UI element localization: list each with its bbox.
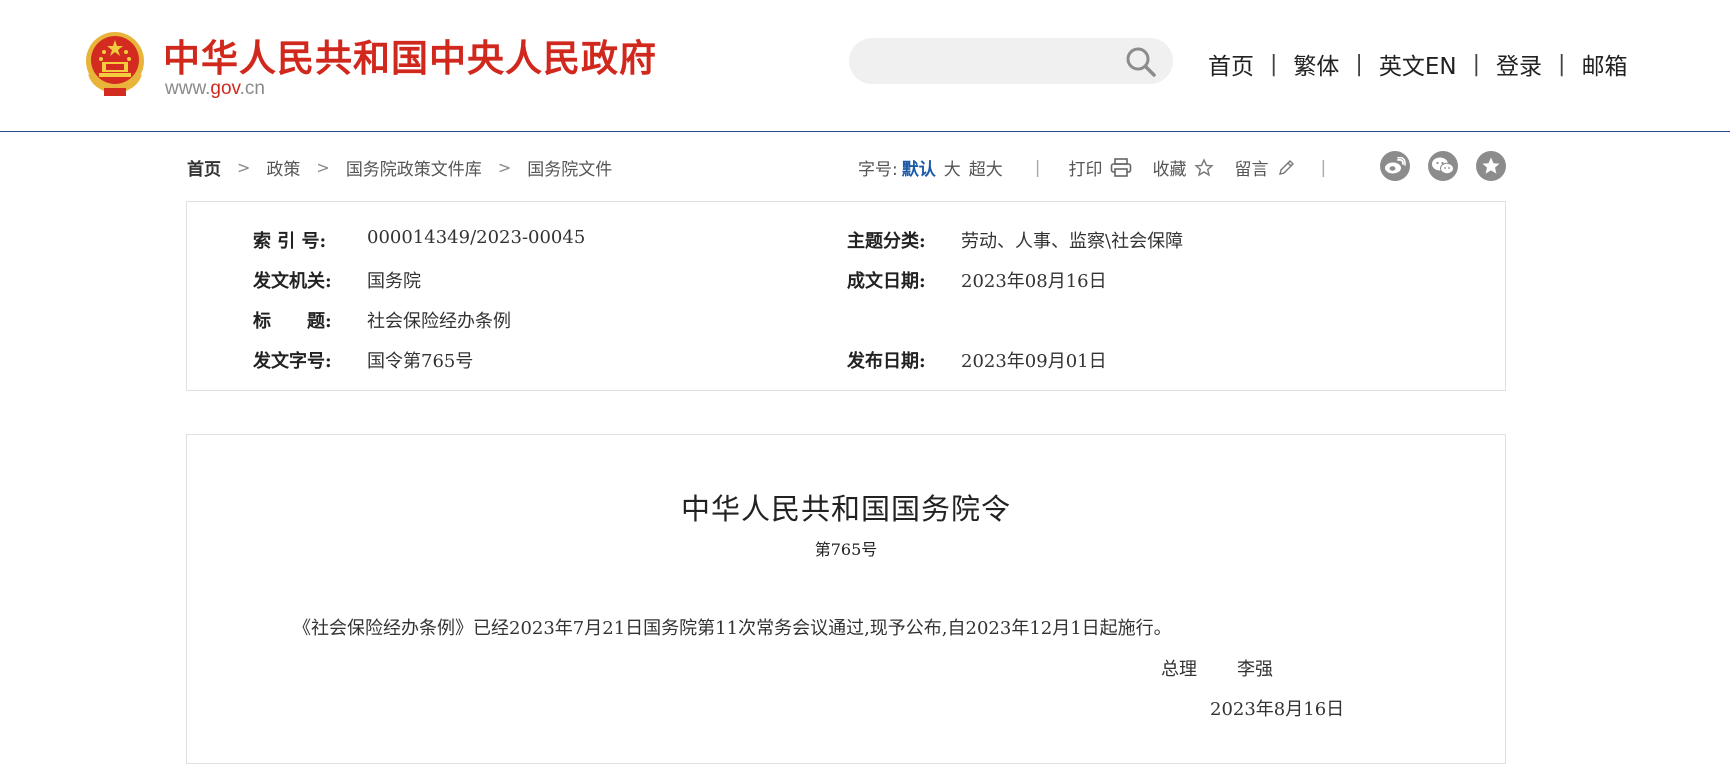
nav-login[interactable]: 登录	[1496, 47, 1542, 81]
topic-label: 主题分类:	[847, 231, 926, 252]
nav-home[interactable]: 首页	[1208, 47, 1254, 81]
title-value: 社会保险经办条例	[367, 311, 511, 332]
written-date-label: 成文日期:	[847, 271, 926, 292]
document-metadata: 索 引 号: 000014349/2023-00045 主题分类: 劳动、人事、…	[186, 201, 1506, 391]
document-sign-date: 2023年8月16日	[1210, 699, 1345, 720]
doc-no-label: 发文字号:	[253, 351, 332, 372]
favorite-label: 收藏	[1152, 160, 1187, 180]
article-tools: 字号: 默认 大 超大 | 打印 收藏 留言 |	[858, 155, 1327, 181]
pencil-icon	[1279, 159, 1295, 175]
breadcrumb-home[interactable]: 首页	[187, 155, 221, 180]
top-nav: 首页 | 繁体 | 英文EN | 登录 | 邮箱	[1208, 47, 1627, 81]
font-size-default[interactable]: 默认	[902, 155, 936, 180]
document-heading: 中华人民共和国国务院令	[680, 492, 1011, 526]
nav-separator: |	[1355, 51, 1363, 77]
favorite-star-icon	[1482, 157, 1500, 174]
document-signer: 总理 李强	[1161, 655, 1273, 681]
font-size-label: 字号:	[858, 160, 898, 180]
nav-separator: |	[1472, 51, 1481, 77]
favorite-button[interactable]: 收藏	[1152, 155, 1215, 180]
nav-mail[interactable]: 邮箱	[1581, 47, 1627, 81]
written-date-value: 2023年08月16日	[961, 271, 1107, 292]
publish-date-value: 2023年09月01日	[961, 351, 1107, 372]
document-number: 第765号	[814, 540, 878, 559]
comment-label: 留言	[1234, 160, 1269, 180]
print-button[interactable]: 打印	[1068, 155, 1132, 180]
nav-separator: |	[1558, 51, 1566, 77]
document-body: 《社会保险经办条例》已经2023年7月21日国务院第11次常务会议通过,现予公布…	[293, 618, 1172, 639]
doc-no-value: 国令第765号	[367, 351, 474, 372]
favorite-share-button[interactable]	[1476, 151, 1506, 181]
tools-divider: |	[1320, 157, 1327, 178]
comment-button[interactable]: 留言	[1234, 155, 1296, 180]
site-domain: www.gov.cn	[165, 78, 265, 100]
weibo-icon	[1385, 157, 1406, 174]
issuer-label: 发文机关:	[253, 271, 332, 292]
printer-icon	[1111, 157, 1132, 177]
breadcrumb-separator: >	[316, 158, 330, 177]
site-header: 中华人民共和国中央人民政府 www.gov.cn 首页 | 繁体 | 英文EN …	[0, 0, 1730, 132]
issuer-value: 国务院	[367, 271, 421, 292]
breadcrumb-state-council-docs[interactable]: 国务院文件	[527, 155, 612, 180]
wechat-icon	[1432, 157, 1454, 175]
national-emblem-icon[interactable]	[82, 30, 148, 98]
breadcrumb: 首页 > 政策 > 国务院政策文件库 > 国务院文件	[187, 155, 612, 180]
nav-traditional[interactable]: 繁体	[1293, 47, 1339, 81]
domain-gov: gov	[210, 78, 240, 99]
weibo-share-button[interactable]	[1380, 151, 1410, 181]
font-size-large[interactable]: 大	[944, 155, 961, 180]
font-size-xlarge[interactable]: 超大	[969, 155, 1003, 180]
breadcrumb-separator: >	[237, 158, 251, 177]
breadcrumb-policy[interactable]: 政策	[266, 155, 300, 180]
search-icon[interactable]	[1124, 45, 1158, 79]
star-outline-icon	[1194, 157, 1215, 176]
site-title[interactable]: 中华人民共和国中央人民政府	[163, 28, 657, 82]
breadcrumb-separator: >	[497, 158, 512, 177]
signer-title: 总理	[1161, 659, 1197, 680]
topic-value: 劳动、人事、监察\社会保障	[961, 231, 1184, 252]
document-content: 中华人民共和国国务院令 第765号 《社会保险经办条例》已经2023年7月21日…	[186, 434, 1506, 764]
domain-prefix: www.	[165, 78, 211, 99]
tools-divider: |	[1034, 157, 1041, 178]
title-label: 标 题:	[253, 311, 332, 332]
breadcrumb-policy-library[interactable]: 国务院政策文件库	[346, 155, 482, 180]
domain-suffix: .cn	[239, 78, 265, 99]
index-no-label: 索 引 号:	[253, 231, 327, 252]
wechat-share-button[interactable]	[1428, 151, 1458, 181]
publish-date-label: 发布日期:	[847, 351, 926, 372]
nav-english[interactable]: 英文EN	[1379, 47, 1457, 81]
print-label: 打印	[1068, 160, 1103, 180]
index-no-value: 000014349/2023-00045	[367, 227, 586, 248]
nav-separator: |	[1270, 51, 1278, 77]
signer-name: 李强	[1237, 659, 1273, 680]
